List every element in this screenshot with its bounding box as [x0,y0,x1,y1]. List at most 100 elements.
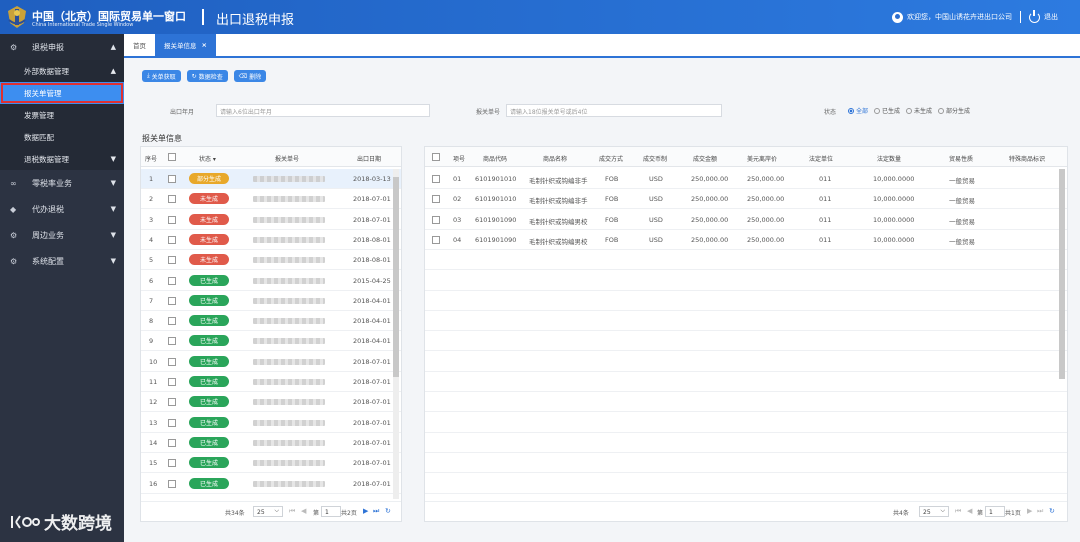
scrollbar[interactable] [393,169,399,499]
sidebar-item-agent-refund[interactable]: ◆ 代办退税 ▼ [0,196,124,222]
last-page-icon[interactable]: ⏭ [373,507,379,516]
power-icon[interactable] [1029,9,1040,23]
scrollbar-thumb[interactable] [1059,169,1065,379]
table-row [425,311,1067,332]
row-checkbox[interactable] [168,256,176,265]
table-row[interactable]: 16 已生成 2018-07-01 [141,474,401,494]
row-seq: 10 [149,357,158,366]
sidebar-item-invoice-management[interactable]: 发票管理 [0,104,124,126]
row-export-date: 2018-07-01 [353,378,391,386]
row-goods-name: 毛制针织或钩编非手 [529,197,588,206]
row-checkbox[interactable] [168,479,176,488]
page-input[interactable]: 1 [321,506,341,517]
sidebar-item-data-matching[interactable]: 数据匹配 [0,126,124,148]
next-page-icon[interactable]: ▶ [1027,507,1032,515]
col-status[interactable]: 状态 ▾ [199,154,216,163]
sidebar-group-refund-data[interactable]: 退税数据管理 ▼ [0,148,124,170]
status-radio-ungenerated[interactable]: 未生成 [906,106,932,115]
table-row[interactable]: 3 未生成 2018-07-01 [141,210,401,230]
row-checkbox[interactable] [168,175,176,183]
export-month-input[interactable]: 请输入6位出口年月 [216,104,430,117]
sidebar-item-tax-refund[interactable]: ⚙ 退税申报 ▲ [0,34,124,60]
tab-bar: 首页 报关单信息 × [124,34,1080,58]
delete-button[interactable]: ⌫ 删除 [233,70,267,82]
col-legal-unit: 法定单位 [809,156,834,163]
last-page-icon[interactable]: ⏭ [1037,507,1043,516]
scrollbar[interactable] [1059,169,1065,379]
next-page-icon[interactable]: ▶ [363,507,368,515]
row-checkbox[interactable] [168,357,176,366]
sidebar-item-zero-rate[interactable]: ∞ 零税率业务 ▼ [0,170,124,196]
row-checkbox[interactable] [168,215,176,224]
refresh-icon[interactable]: ↻ [385,507,391,515]
col-trade-mode: 成交方式 [599,156,624,163]
row-checkbox[interactable] [168,235,176,244]
status-radio-all[interactable]: 全部 [848,106,868,115]
table-row[interactable]: 5 未生成 2018-08-01 [141,250,401,271]
row-checkbox[interactable] [168,438,176,447]
fetch-declaration-button[interactable]: ⤓ 关单获取 [142,70,181,82]
status-badge: 已生成 [189,294,229,306]
table-row[interactable]: 7 已生成 2018-04-01 [141,291,401,311]
logout-link[interactable]: 退出 [1044,12,1058,22]
table-row[interactable]: 8 已生成 2018-04-01 [141,311,401,332]
table-row[interactable]: 11 已生成 2018-07-01 [141,372,401,392]
select-all-checkbox[interactable] [168,153,176,161]
table-row[interactable]: 13 已生成 2018-07-01 [141,413,401,433]
row-checkbox[interactable] [168,317,176,326]
row-checkbox[interactable] [432,235,440,244]
declaration-no-input[interactable]: 请输入18位报关单号或后4位 [506,104,722,117]
row-checkbox[interactable] [432,215,440,224]
watermark: 大数跨境 [10,509,112,534]
sidebar-item-declaration-management[interactable]: 报关单管理 [0,82,124,104]
table-row[interactable]: 01 6101901010 毛制针织或钩编非手 FOB USD 250,000.00 250… [425,169,1067,189]
prev-page-icon[interactable]: ◀ [967,507,972,515]
status-radio-partial[interactable]: 部分生成 [938,106,970,115]
table-row[interactable]: 10 已生成 2018-07-01 [141,352,401,372]
row-checkbox[interactable] [168,378,176,386]
welcome-text: 欢迎您，中国山诱花卉进出口公司 [907,13,1012,21]
table-row[interactable]: 04 6101901090 毛制针织或钩编男校 FOB USD 250,000.00 250… [425,230,1067,250]
table-row[interactable]: 12 已生成 2018-07-01 [141,392,401,413]
col-goods-name: 商品名称 [543,156,568,163]
table-row[interactable]: 2 未生成 2018-07-01 [141,189,401,210]
row-checkbox[interactable] [432,195,440,204]
table-row[interactable]: 03 6101901090 毛制针织或钩编男校 FOB USD 250,000.00 250… [425,210,1067,230]
row-checkbox[interactable] [168,418,176,427]
close-icon[interactable]: × [202,41,207,49]
row-checkbox[interactable] [432,175,440,183]
row-checkbox[interactable] [168,337,176,346]
page-input[interactable]: 1 [985,506,1005,517]
first-page-icon[interactable]: ⏮ [955,507,961,516]
table-row[interactable]: 15 已生成 2018-07-01 [141,453,401,474]
sidebar-item-peripheral[interactable]: ⚙ 周边业务 ▼ [0,222,124,248]
row-checkbox[interactable] [168,398,176,407]
row-checkbox[interactable] [168,195,176,204]
table-row [425,433,1067,453]
prev-page-icon[interactable]: ◀ [301,507,306,515]
table-row[interactable]: 9 已生成 2018-04-01 [141,331,401,352]
page-size-select[interactable]: 25 [253,506,283,517]
refresh-icon[interactable]: ↻ [1049,507,1055,515]
row-checkbox[interactable] [168,276,176,285]
section-title: 报关单信息 [142,134,182,143]
row-checkbox[interactable] [168,296,176,305]
row-checkbox[interactable] [168,459,176,468]
table-row[interactable]: 6 已生成 2015-04-25 [141,271,401,291]
sidebar-group-external-data[interactable]: 外部数据管理 ▲ [0,60,124,82]
scrollbar-thumb[interactable] [393,177,399,377]
data-check-button[interactable]: ↻ 数据检查 [186,70,228,82]
select-all-checkbox[interactable] [432,153,440,161]
table-row[interactable]: 1 部分生成 2018-03-13 [141,169,401,189]
first-page-icon[interactable]: ⏮ [289,507,295,516]
tab-declaration-info[interactable]: 报关单信息 × [155,34,216,56]
table-row[interactable]: 02 6101901010 毛制针织或钩编非手 FOB USD 250,000.00 250… [425,189,1067,210]
table-row[interactable]: 14 已生成 2018-07-01 [141,433,401,453]
top-header: 中国（北京）国际贸易单一窗口 China International Trade… [0,0,1080,34]
row-goods-name: 毛制针织或钩编男校 [529,217,588,226]
page-size-select[interactable]: 25 [919,506,949,517]
tab-home[interactable]: 首页 [124,34,155,56]
sidebar-item-system-config[interactable]: ⚙ 系统配置 ▼ [0,248,124,274]
table-row[interactable]: 4 未生成 2018-08-01 [141,230,401,250]
status-radio-generated[interactable]: 已生成 [874,106,900,115]
